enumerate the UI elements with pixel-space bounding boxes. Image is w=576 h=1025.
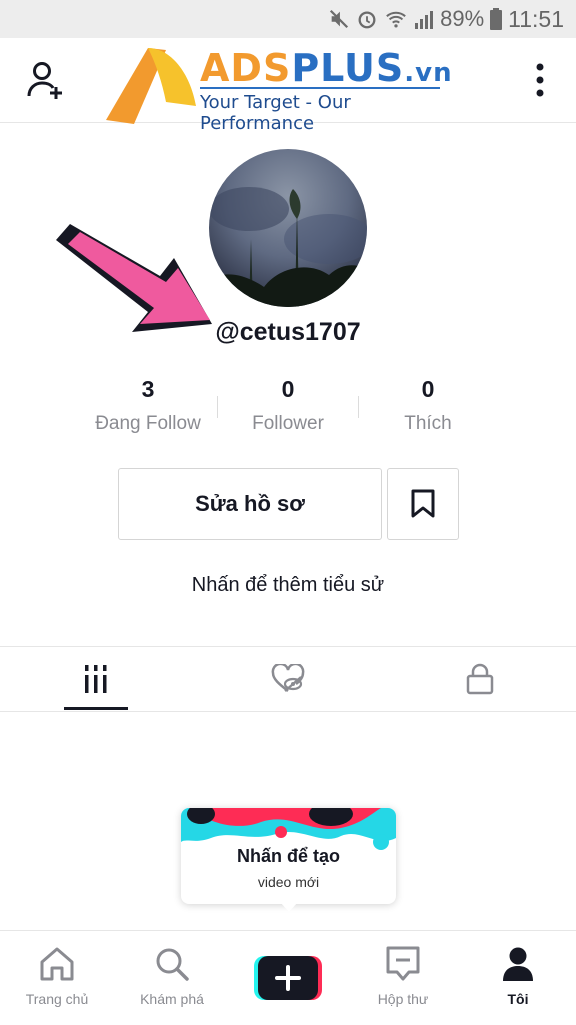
tab-videos[interactable] <box>0 647 192 711</box>
more-options-button[interactable] <box>534 62 546 102</box>
nav-inbox[interactable]: Hộp thư <box>353 945 453 1007</box>
mute-icon <box>330 9 349 29</box>
stat-likes[interactable]: 0 Thích <box>358 376 498 435</box>
profile-icon <box>503 947 533 981</box>
bookmark-icon <box>411 489 435 518</box>
nav-inbox-label: Hộp thư <box>377 991 429 1007</box>
add-friend-button[interactable] <box>26 60 68 100</box>
nav-discover[interactable]: Khám phá <box>122 945 222 1007</box>
search-icon <box>156 948 189 981</box>
likes-count: 0 <box>421 376 435 402</box>
nav-me-label: Tôi <box>507 991 529 1007</box>
edit-profile-button[interactable]: Sửa hồ sơ <box>118 468 382 540</box>
following-count: 3 <box>141 376 155 402</box>
logo-brand-text: ADSPLUS.vn <box>200 46 453 90</box>
stat-following[interactable]: 3 Đang Follow <box>78 376 218 435</box>
logo-tagline: Your Target - Our Performance <box>200 92 351 134</box>
tooltip-pointer <box>280 902 298 912</box>
likes-label: Thích <box>404 413 452 434</box>
nav-me[interactable]: Tôi <box>468 945 568 1007</box>
nav-home[interactable]: Trang chủ <box>7 945 107 1007</box>
adsplus-logo: ADSPLUS.vn Your Target - Our Performance <box>104 42 464 134</box>
add-bio-prompt[interactable]: Nhấn để thêm tiểu sử <box>0 574 576 597</box>
profile-header: ADSPLUS.vn Your Target - Our Performance <box>0 38 576 134</box>
stat-divider <box>358 396 359 418</box>
profile-stats: 3 Đang Follow 0 Follower 0 Thích <box>78 376 498 446</box>
following-label: Đang Follow <box>95 413 201 434</box>
clock: 11:51 <box>508 5 564 32</box>
nav-discover-label: Khám phá <box>140 991 204 1007</box>
followers-count: 0 <box>281 376 295 402</box>
grid-icon <box>85 665 107 693</box>
create-video-tooltip[interactable]: Nhấn để tạo video mới <box>181 808 396 904</box>
wifi-icon <box>386 11 406 28</box>
status-icons: 89% 11:51 <box>328 0 564 38</box>
lock-icon <box>466 663 494 695</box>
tab-private[interactable] <box>384 647 576 711</box>
nav-home-label: Trang chủ <box>25 991 89 1007</box>
create-video-button[interactable] <box>254 956 322 1000</box>
tooltip-subtitle: video mới <box>257 874 320 890</box>
logo-divider <box>200 87 440 89</box>
heart-hidden-icon <box>271 664 305 692</box>
stat-divider <box>217 396 218 418</box>
content-tabs <box>0 646 576 712</box>
logo-mark-icon <box>106 48 196 124</box>
followers-label: Follower <box>252 413 324 434</box>
status-bar: 89% 11:51 <box>0 0 576 38</box>
battery-percent: 89% <box>440 6 485 31</box>
inbox-icon <box>386 946 420 981</box>
avatar[interactable] <box>209 149 367 307</box>
battery-icon <box>490 8 503 30</box>
more-vertical-icon <box>536 63 544 97</box>
tab-liked[interactable] <box>192 647 384 711</box>
home-icon <box>40 947 74 981</box>
stat-followers[interactable]: 0 Follower <box>218 376 358 435</box>
signal-icon <box>415 11 434 29</box>
add-user-icon <box>27 62 62 99</box>
favorites-button[interactable] <box>387 468 459 540</box>
username: @cetus1707 <box>215 318 361 346</box>
tooltip-title: Nhấn để tạo <box>236 846 340 866</box>
active-tab-indicator <box>64 707 128 710</box>
avatar-image <box>209 149 367 307</box>
alarm-icon <box>358 11 376 29</box>
